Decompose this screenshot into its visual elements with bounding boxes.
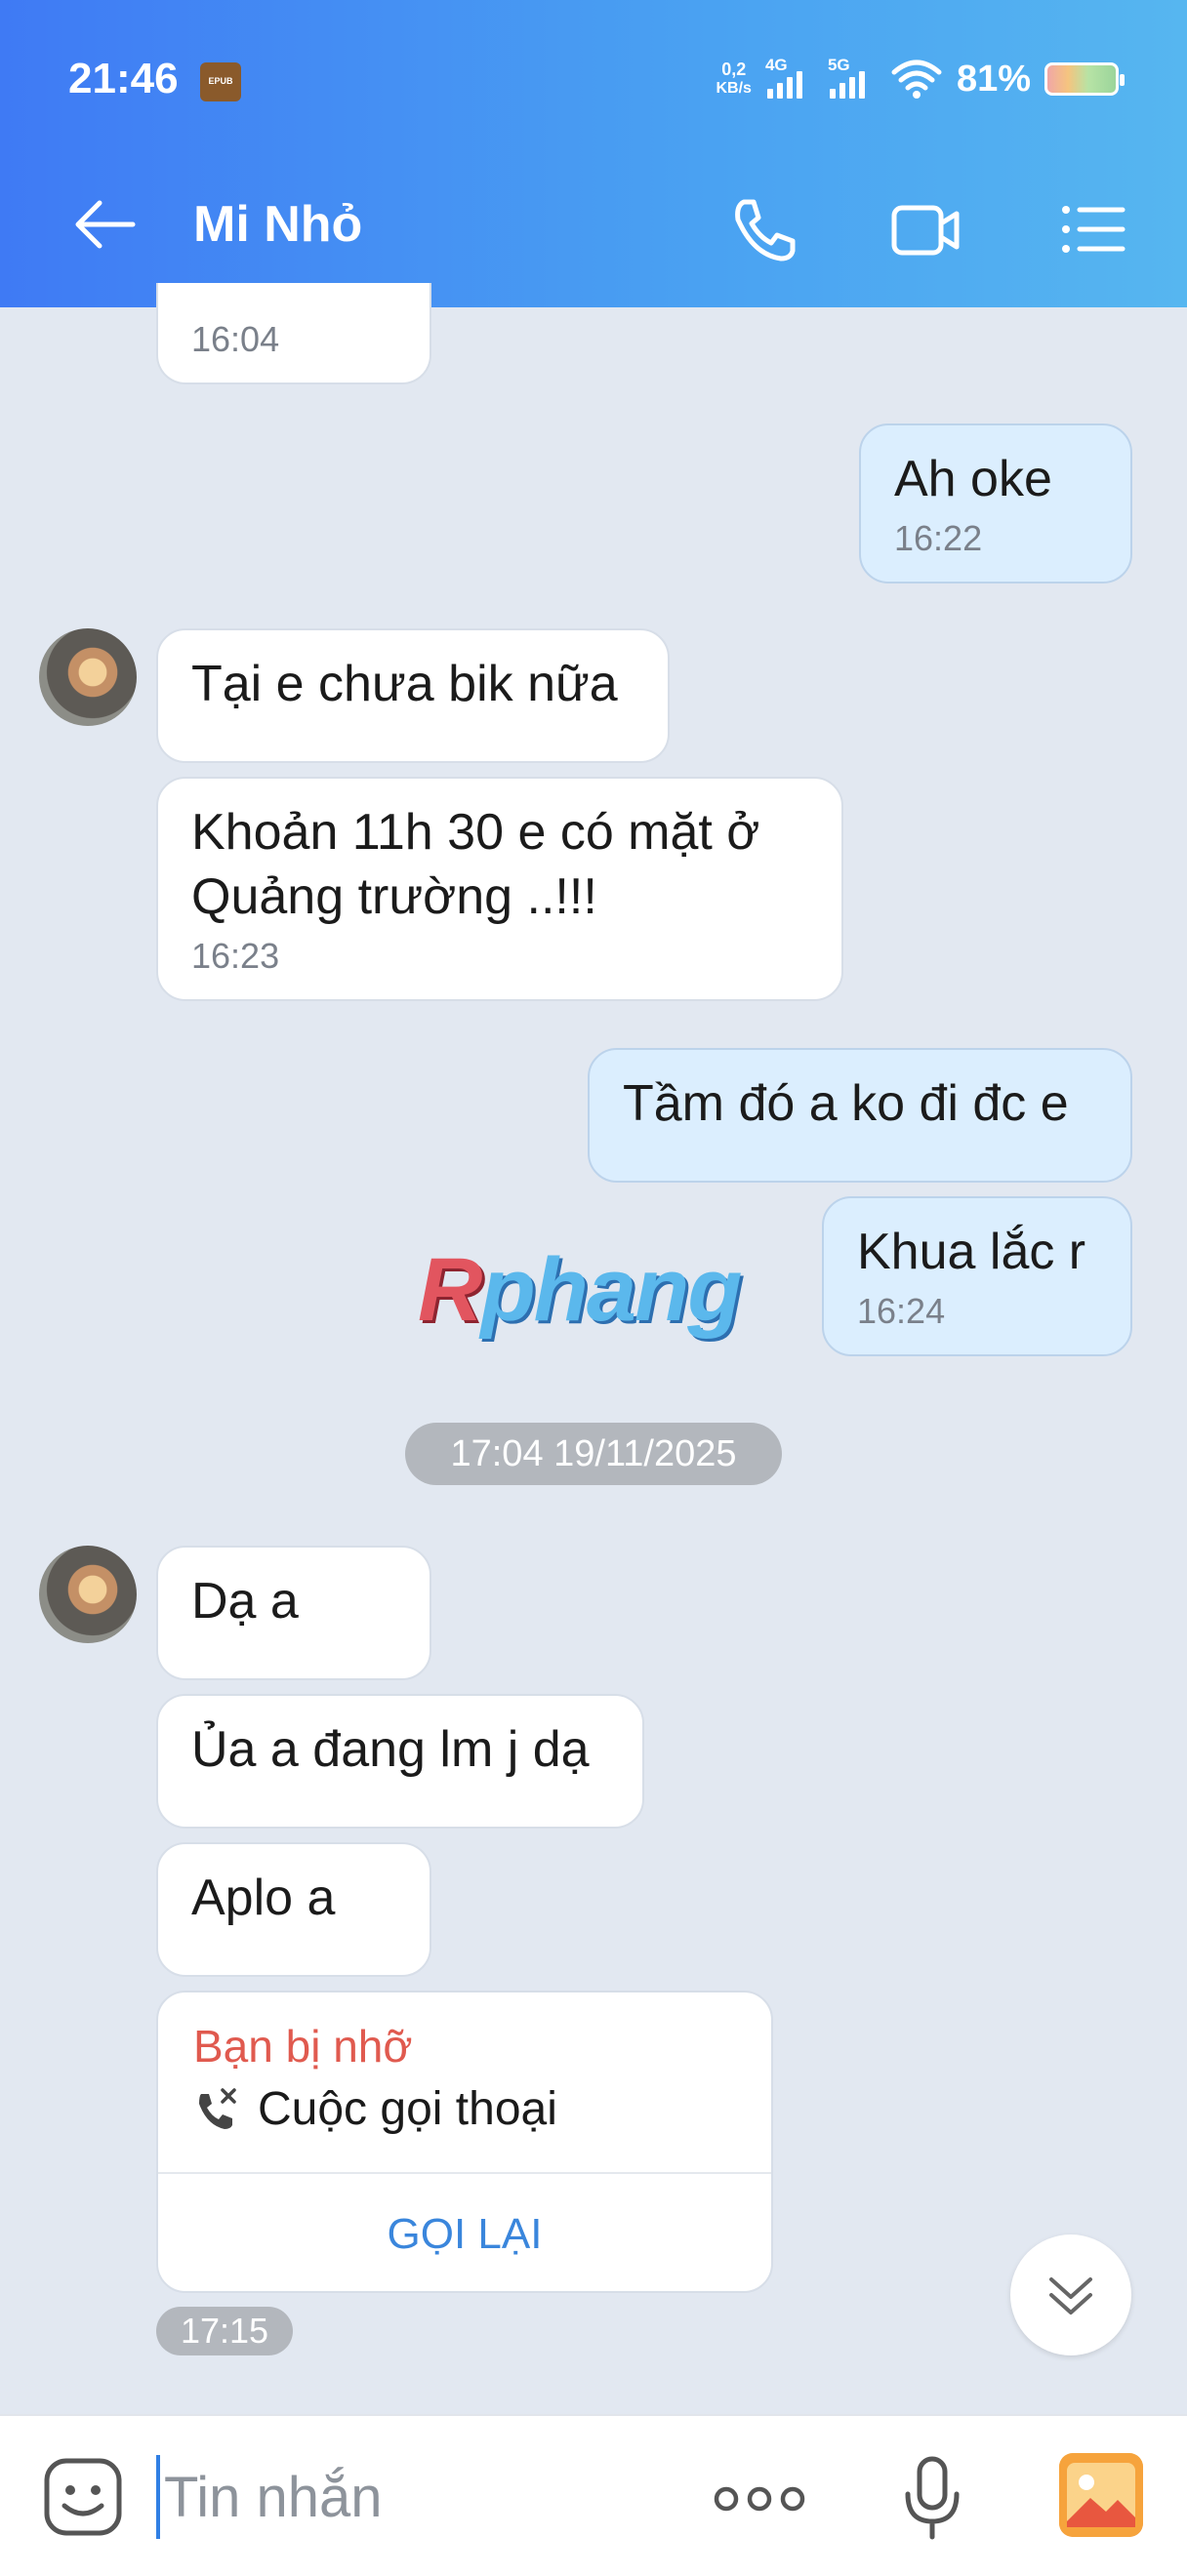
gallery-image-icon[interactable] [1059, 2453, 1143, 2537]
missed-call-card: Bạn bị nhỡ Cuộc gọi thoại GỌI LẠI [156, 1991, 773, 2293]
sim1-signal-icon: 4G [765, 56, 814, 99]
watermark-r: R [418, 1240, 482, 1340]
message-bubble[interactable]: Ủa a đang lm j dạ [156, 1694, 644, 1829]
message-time: 16:22 [894, 518, 983, 558]
emoji-sticker-icon[interactable] [41, 2455, 125, 2539]
missed-call-subtitle: Cuộc gọi thoại [193, 2082, 557, 2136]
contact-avatar[interactable] [39, 628, 137, 726]
message-input[interactable] [156, 2455, 664, 2539]
menu-list-icon[interactable] [1052, 190, 1130, 268]
message-bubble[interactable]: Khoản 11h 30 e có mặt ở Quảng trường ..!… [156, 777, 843, 1001]
message-bubble[interactable]: Tại e chưa bik nữa [156, 628, 670, 763]
message-text: Tầm đó a ko đi đc e [623, 1075, 1069, 1132]
message-input-bar [0, 2414, 1187, 2576]
message-text: Ủa a đang lm j dạ [191, 1721, 590, 1778]
sim2-signal-icon: 5G [828, 56, 877, 99]
wifi-icon [891, 60, 942, 99]
message-text: Tại e chưa bik nữa [191, 656, 618, 712]
top-bar: 21:46 EPUB 0,2 KB/s 4G 5G 81% Mi Nhỏ [0, 0, 1187, 307]
date-divider: 17:04 19/11/2025 [405, 1423, 782, 1485]
status-time: 21:46 [68, 55, 179, 102]
missed-call-title: Bạn bị nhỡ [193, 2021, 413, 2072]
message-time: 16:24 [857, 1291, 946, 1331]
message-text: Dạ a [191, 1573, 299, 1630]
epub-app-icon: EPUB [200, 62, 241, 101]
watermark-rest: phang [480, 1240, 742, 1340]
back-arrow-icon[interactable] [70, 195, 139, 254]
message-bubble-mine[interactable]: Khua lắc r 16:24 [822, 1196, 1132, 1356]
battery-percent: 81% [956, 58, 1031, 100]
message-time: 16:23 [191, 936, 280, 976]
message-text: Khua lắc r [857, 1224, 1086, 1280]
message-bubble[interactable]: Aplo a [156, 1842, 431, 1977]
message-time: 16:04 [191, 319, 280, 359]
missed-call-time: 17:15 [156, 2307, 293, 2355]
status-indicators: 0,2 KB/s 4G 5G 81% [716, 56, 1125, 101]
message-bubble-mine[interactable]: Ah oke 16:22 [859, 423, 1132, 584]
network-speed-value: 0,2 [721, 60, 747, 79]
watermark-logo: Rphang [418, 1239, 742, 1342]
missed-call-type: Cuộc gọi thoại [258, 2083, 557, 2135]
more-options-icon[interactable] [711, 2475, 808, 2523]
message-bubble-mine[interactable]: Tầm đó a ko đi đc e [588, 1048, 1132, 1183]
missed-call-icon [199, 2087, 236, 2129]
message-bubble[interactable]: 16:04 [156, 283, 431, 384]
chat-title[interactable]: Mi Nhỏ [193, 195, 362, 254]
battery-icon [1044, 62, 1125, 96]
video-camera-icon[interactable] [886, 190, 964, 268]
message-text: Aplo a [191, 1870, 336, 1926]
microphone-icon[interactable] [898, 2455, 966, 2543]
call-back-button[interactable]: GỌI LẠI [158, 2174, 771, 2291]
network-speed-unit: KB/s [716, 80, 752, 97]
network-speed: 0,2 KB/s [716, 60, 751, 99]
message-text: Khoản 11h 30 e có mặt ở Quảng trường ..!… [191, 804, 760, 925]
message-text: Ah oke [894, 451, 1052, 507]
scroll-to-bottom-button[interactable] [1010, 2234, 1131, 2355]
phone-icon[interactable] [724, 190, 802, 268]
message-bubble[interactable]: Dạ a [156, 1546, 431, 1680]
chevron-double-down-icon [1049, 2277, 1092, 2314]
contact-avatar[interactable] [39, 1546, 137, 1643]
